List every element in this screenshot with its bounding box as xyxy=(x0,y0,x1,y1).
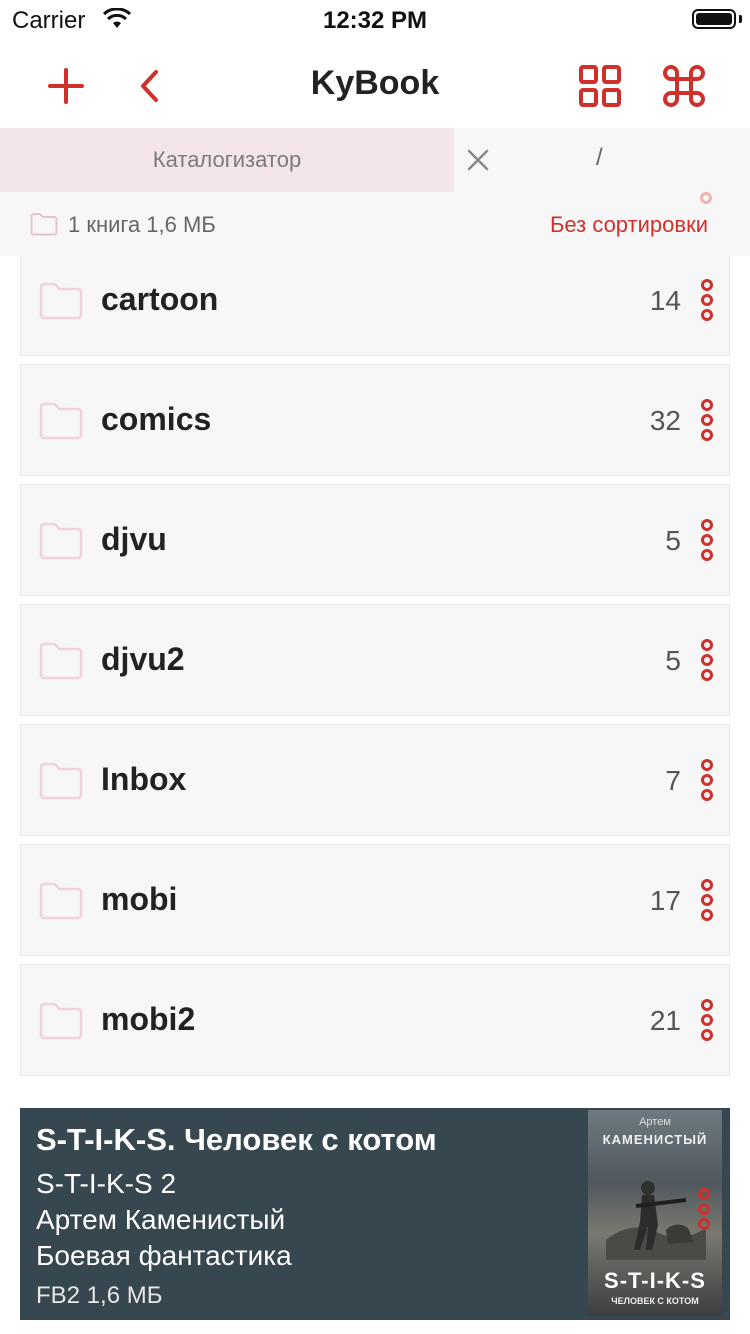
list-item[interactable]: cartoon 14 xyxy=(20,244,730,356)
tab-label: Каталогизатор xyxy=(152,147,302,172)
folder-name: djvu2 xyxy=(101,641,185,677)
path-label[interactable]: / xyxy=(596,144,603,172)
list-item[interactable]: comics 32 xyxy=(20,364,730,476)
more-options-icon[interactable] xyxy=(699,279,715,325)
more-options-icon[interactable] xyxy=(699,519,715,565)
list-item[interactable]: djvu 5 xyxy=(20,484,730,596)
battery-tip xyxy=(739,15,742,23)
cover-author: Артем xyxy=(639,1116,671,1128)
status-bar: Carrier 12:32 PM xyxy=(0,0,750,40)
cover-subtitle: ЧЕЛОВЕК С КОТОМ xyxy=(611,1296,699,1306)
more-options-icon[interactable] xyxy=(699,879,715,925)
folder-name: comics xyxy=(101,401,212,437)
book-card[interactable]: S-T-I-K-S. Человек с котом S-T-I-K-S 2 А… xyxy=(20,1108,730,1320)
list-item[interactable]: djvu2 5 xyxy=(20,604,730,716)
battery-icon xyxy=(692,9,736,29)
folder-name: cartoon xyxy=(101,281,219,317)
list-item[interactable]: mobi2 21 xyxy=(20,964,730,1076)
grid-view-button[interactable] xyxy=(576,62,624,110)
close-icon[interactable] xyxy=(466,148,490,172)
cover-author-surname: КАМЕНИСТЫЙ xyxy=(602,1132,708,1147)
tab-strip: Каталогизатор / xyxy=(0,128,750,192)
book-count-label: 1 книга 1,6 МБ xyxy=(68,212,216,237)
folder-count: 32 xyxy=(649,405,681,436)
folder-icon xyxy=(39,642,83,680)
folder-name: mobi2 xyxy=(101,1001,196,1037)
more-options-icon[interactable] xyxy=(699,399,715,445)
folder-list: cartoon 14 comics 32 djvu 5 djvu2 5 Inbo… xyxy=(20,244,730,1084)
list-item[interactable]: mobi 17 xyxy=(20,844,730,956)
book-genre: Боевая фантастика xyxy=(36,1240,292,1271)
folder-name: mobi xyxy=(101,881,178,917)
cover-series: S-T-I-K-S xyxy=(604,1268,706,1293)
folder-icon xyxy=(39,282,83,320)
folder-icon xyxy=(39,1002,83,1040)
folder-count: 7 xyxy=(665,765,681,796)
folder-name: Inbox xyxy=(101,761,187,797)
info-bar: 1 книга 1,6 МБ Без сортировки xyxy=(0,192,750,256)
folder-count: 5 xyxy=(665,645,681,676)
more-options-icon[interactable] xyxy=(699,999,715,1045)
book-format-size: FB2 1,6 МБ xyxy=(36,1282,163,1309)
folder-count: 14 xyxy=(649,285,681,316)
book-series: S-T-I-K-S 2 xyxy=(36,1168,177,1199)
book-author: Артем Каменистый xyxy=(36,1204,286,1235)
soldier-figure-illustration xyxy=(606,1181,706,1260)
folder-icon xyxy=(39,402,83,440)
more-options-icon[interactable] xyxy=(699,759,715,805)
page-title: KyBook xyxy=(310,64,440,102)
more-options-icon[interactable] xyxy=(696,1188,712,1234)
folder-count: 21 xyxy=(649,1005,681,1036)
command-menu-button[interactable] xyxy=(660,62,708,110)
navigation-bar: KyBook xyxy=(0,40,750,128)
command-icon xyxy=(663,65,705,107)
folder-icon xyxy=(39,522,83,560)
grid-icon xyxy=(579,65,621,107)
partial-menu-dot xyxy=(700,192,712,204)
folder-icon xyxy=(39,882,83,920)
folder-icon xyxy=(39,762,83,800)
sort-button[interactable]: Без сортировки xyxy=(550,212,708,238)
folder-name: djvu xyxy=(101,521,167,557)
list-item[interactable]: Inbox 7 xyxy=(20,724,730,836)
tab-catalogizer[interactable]: Каталогизатор xyxy=(0,128,454,192)
status-time: 12:32 PM xyxy=(322,7,428,34)
more-options-icon[interactable] xyxy=(699,639,715,685)
folder-icon xyxy=(30,213,58,236)
folder-count: 5 xyxy=(665,525,681,556)
book-title: S-T-I-K-S. Человек с котом xyxy=(36,1122,437,1157)
folder-count: 17 xyxy=(649,885,681,916)
